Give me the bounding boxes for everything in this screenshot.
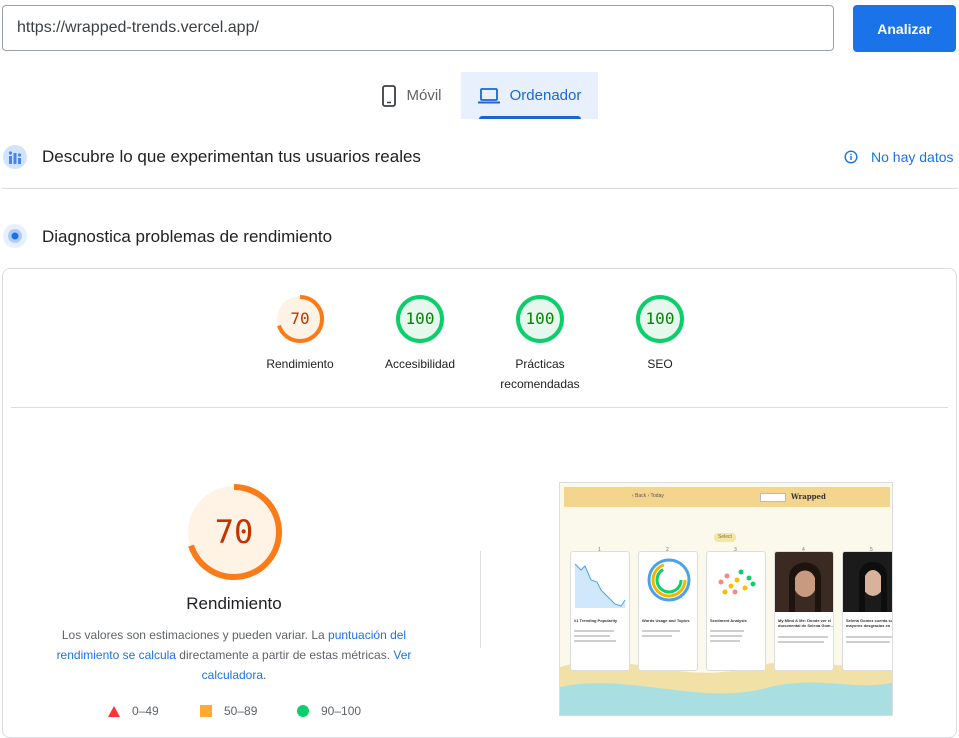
thumb-header: ‹ Back › Today Wrapped (564, 487, 890, 507)
legend-pass-label: 90–100 (321, 704, 362, 718)
score-gauge-seo[interactable]: 100 SEO (600, 293, 720, 374)
legend-fail-label: 0–49 (132, 704, 159, 718)
thumb-text-line (574, 630, 614, 632)
thumb-text-line (642, 635, 672, 637)
report-divider (11, 407, 948, 408)
thumb-text-line (710, 640, 740, 642)
score-gauge-performance[interactable]: 70 Rendimiento (240, 293, 360, 374)
legend-average: 50–89 (200, 704, 257, 718)
phone-icon (382, 84, 397, 107)
triangle-icon (108, 705, 120, 717)
thumb-text-line (574, 640, 616, 642)
thumb-card-title: Words Usage and Topics (642, 618, 690, 623)
thumb-scatter-chart (718, 569, 756, 595)
lab-data-title: Diagnostica problemas de rendimiento (42, 227, 333, 246)
url-input[interactable] (2, 5, 834, 51)
thumb-card-title: Sentiment Analysis (710, 618, 747, 623)
thumb-nav: ‹ Back › Today (632, 493, 664, 499)
performance-label: Rendimiento (186, 594, 282, 613)
performance-description: Los valores son estimaciones y pueden va… (56, 628, 412, 682)
thumb-brand: Wrapped (791, 492, 826, 501)
thumb-text-line (846, 636, 892, 638)
score-value: 100 (525, 309, 555, 328)
laptop-icon (477, 87, 500, 103)
score-value: 100 (405, 309, 435, 328)
thumb-card-title: Selena Gomez cuenta sus mayores desgraci… (846, 618, 893, 628)
score-label: Rendimiento (266, 357, 334, 371)
diagnostics-icon (3, 224, 27, 248)
tab-mobile[interactable]: Móvil (366, 72, 458, 119)
tab-mobile-label: Móvil (406, 87, 442, 104)
info-icon (844, 150, 858, 164)
thumb-text-line (710, 635, 742, 637)
score-value: 100 (645, 309, 675, 328)
score-value: 70 (290, 309, 310, 328)
thumb-search (760, 493, 786, 502)
tab-selected-indicator (479, 116, 581, 119)
analyze-button[interactable]: Analizar (853, 5, 956, 52)
tab-desktop-label: Ordenador (509, 87, 582, 104)
vertical-separator (480, 551, 481, 648)
thumb-text-line (710, 630, 744, 632)
thumb-card: Sentiment Analysis (706, 551, 766, 671)
score-gauge-accessibility[interactable]: 100 Accesibilidad (360, 293, 480, 374)
score-gauge-best-practices[interactable]: 100 Prácticas recomendadas (480, 293, 600, 394)
thumb-card: Selena Gomez cuenta sus mayores desgraci… (842, 551, 893, 671)
thumb-line-chart (574, 563, 626, 608)
thumb-card: My Mind & Me: Donde ver el documental de… (774, 551, 834, 671)
thumb-card: Words Usage and Topics (638, 551, 698, 671)
legend-pass: 90–100 (297, 704, 361, 718)
tab-desktop[interactable]: Ordenador (461, 72, 598, 119)
thumb-card-title: My Mind & Me: Donde ver el documental de… (778, 618, 834, 628)
thumb-text-line (846, 641, 890, 643)
thumb-card: #1 Trending Popularity (570, 551, 630, 671)
no-data-label: No hay datos (871, 149, 954, 165)
legend-fail: 0–49 (108, 704, 159, 718)
thumb-text-line (642, 630, 680, 632)
performance-score-value: 70 (214, 513, 254, 551)
thumb-photo (775, 552, 833, 612)
score-label: Accesibilidad (384, 357, 456, 371)
thumb-badge: Select (714, 533, 736, 542)
square-icon (200, 705, 212, 717)
score-label: SEO (647, 357, 673, 371)
thumb-text-line (778, 636, 828, 638)
thumb-card-title: #1 Trending Popularity (574, 618, 618, 623)
score-label: Prácticas recomendadas (500, 357, 580, 391)
circle-icon (297, 705, 309, 717)
section-divider (2, 188, 958, 189)
field-data-title: Descubre lo que experimentan tus usuario… (42, 147, 421, 166)
no-data-link[interactable]: No hay datos (844, 149, 954, 165)
page-screenshot-thumbnail: ‹ Back › Today Wrapped Select 1 2 3 4 5 … (559, 482, 893, 716)
users-data-icon (3, 145, 27, 169)
thumb-donut-chart (647, 558, 691, 602)
thumb-text-line (574, 635, 610, 637)
thumb-text-line (778, 641, 824, 643)
thumb-photo (843, 552, 892, 612)
legend-average-label: 50–89 (224, 704, 258, 718)
